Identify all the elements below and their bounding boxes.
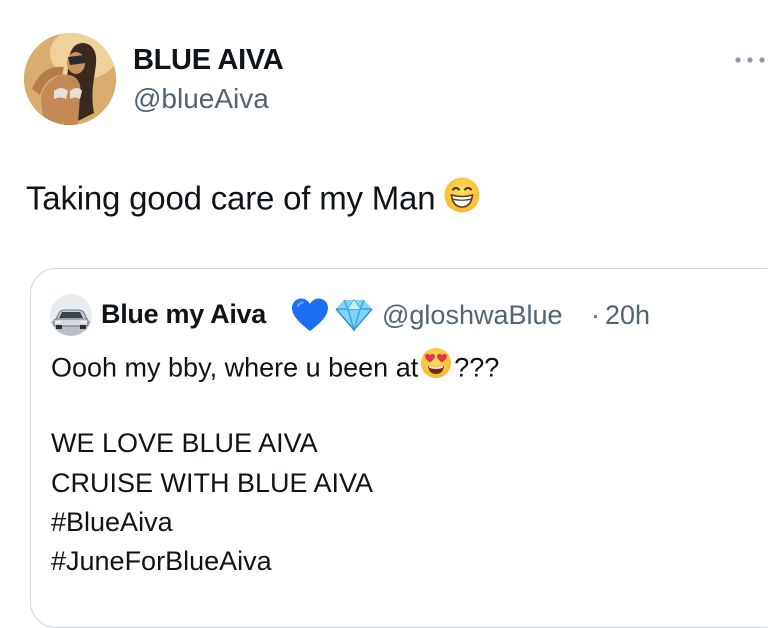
author-avatar[interactable]: [24, 33, 116, 125]
blue-heart-emoji-icon: [290, 297, 330, 333]
gem-stone-emoji-icon: [334, 298, 374, 333]
author-display-name[interactable]: BLUE AIVA: [133, 44, 284, 77]
grinning-face-emoji-icon: [443, 176, 481, 222]
quoted-text-line-3: CRUISE WITH BLUE AIVA: [51, 468, 374, 498]
tweet-text-content: Taking good care of my Man: [26, 179, 436, 217]
more-dots-icon: [735, 57, 765, 63]
heart-eyes-emoji-icon: [420, 347, 452, 386]
more-options-button[interactable]: [733, 48, 767, 72]
quoted-text-after-emoji: ???: [454, 352, 500, 383]
quoted-timestamp[interactable]: 20h: [605, 300, 650, 331]
timestamp-separator: ·: [591, 300, 600, 330]
tweet-text: Taking good care of my Man: [26, 176, 481, 224]
profile-photo-icon: [24, 33, 116, 125]
quoted-author-avatar[interactable]: [50, 294, 92, 336]
author-handle[interactable]: @blueAiva: [133, 83, 269, 115]
tweet[interactable]: BLUE AIVA @blueAiva Taking good care of …: [0, 0, 768, 628]
quoted-text-line-2: WE LOVE BLUE AIVA: [51, 428, 318, 458]
quoted-author-name[interactable]: Blue my Aiva: [101, 299, 266, 330]
quoted-author-handle[interactable]: @gloshwaBlue: [382, 300, 563, 331]
quoted-text-before-emoji: Oooh my bby, where u been at: [51, 352, 419, 383]
quoted-text-line-1: Oooh my bby, where u been at ???: [51, 347, 500, 389]
quoted-hashtag-bluaiva[interactable]: #BlueAiva: [51, 507, 173, 538]
quoted-hashtag-juneforblueaiva[interactable]: #JuneForBlueAiva: [51, 546, 272, 577]
car-photo-icon: [50, 294, 92, 336]
